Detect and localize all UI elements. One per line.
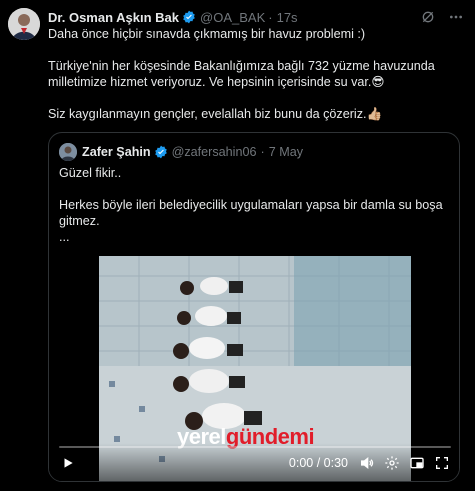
quoted-tweet-header: Zafer Şahin @zafersahin06 · 7 May [59,143,303,161]
more-icon[interactable] [447,8,465,26]
video-controls: 0:00 / 0:30 [49,443,459,481]
separator-dot: · [260,145,265,159]
tweet-text: Daha önce hiçbir sınavda çıkmamış bir ha… [48,26,458,122]
tweet-time[interactable]: 17s [277,10,298,25]
time-readout: 0:00 / 0:30 [288,456,348,470]
fullscreen-icon[interactable] [433,454,451,472]
verified-badge-icon [182,10,196,24]
control-icons [358,454,451,472]
author-avatar[interactable] [8,8,40,40]
quoted-paragraph: Güzel fikir.. [59,166,122,180]
quoted-paragraph: ... [59,230,70,244]
header-actions [419,8,465,26]
quoted-author-avatar [59,143,77,161]
tweet-paragraph: Daha önce hiçbir sınavda çıkmamış bir ha… [48,27,366,41]
separator-dot: · [268,9,273,25]
quoted-tweet-time: 7 May [268,145,303,159]
volume-icon[interactable] [358,454,376,472]
grok-icon[interactable] [419,8,437,26]
progress-bar[interactable] [59,446,451,448]
quoted-tweet-text: Güzel fikir.. Herkes böyle ileri belediy… [59,165,449,245]
quoted-author-handle: @zafersahin06 [171,145,257,159]
picture-in-picture-icon[interactable] [408,454,426,472]
video-player[interactable]: yerelgündemi 0:00 / 0:30 [49,256,459,481]
verified-badge-icon [154,145,168,159]
tweet: Dr. Osman Aşkın Bak @OA_BAK · 17s Daha ö… [0,0,475,491]
tweet-header: Dr. Osman Aşkın Bak @OA_BAK · 17s [48,7,465,27]
tweet-paragraph: Siz kaygılanmayın gençler, evelallah biz… [48,107,383,121]
settings-icon[interactable] [383,454,401,472]
tweet-paragraph: Türkiye'nin her köşesinde Bakanlığımıza … [48,59,435,89]
quoted-tweet[interactable]: Zafer Şahin @zafersahin06 · 7 May Güzel … [48,132,460,482]
quoted-author-name: Zafer Şahin [82,145,151,159]
author-handle[interactable]: @OA_BAK [200,10,265,25]
play-icon[interactable] [59,454,77,472]
quoted-paragraph: Herkes böyle ileri belediyecilik uygulam… [59,198,443,228]
author-name[interactable]: Dr. Osman Aşkın Bak [48,10,179,25]
